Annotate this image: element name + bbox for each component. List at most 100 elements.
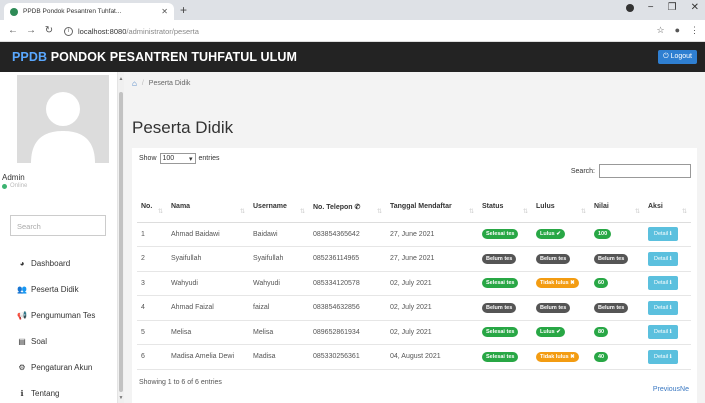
window-controls: − ❐ ✕	[625, 2, 699, 13]
maximize-icon[interactable]: ❐	[668, 2, 677, 13]
detail-button[interactable]: Detail ℹ	[648, 251, 678, 266]
site-info-icon[interactable]: i	[64, 26, 73, 36]
cell-tanggal: 02, July 2021	[386, 271, 478, 296]
profile-icon[interactable]: ●	[675, 25, 680, 36]
sidebar-item-peserta-didik[interactable]: 👥 Peserta Didik	[0, 276, 117, 302]
lulus-badge: Belum tes	[536, 253, 571, 264]
avatar	[17, 75, 109, 163]
cell-username: Wahyudi	[249, 271, 309, 296]
back-icon[interactable]: ←	[8, 25, 18, 36]
home-icon[interactable]: ⌂	[132, 79, 137, 88]
minimize-icon[interactable]: −	[648, 2, 654, 13]
new-tab-icon[interactable]: +	[180, 3, 187, 17]
cell-nama: Wahyudi	[167, 271, 249, 296]
app-header: PPDB PONDOK PESANTREN TUHFATUL ULUM ⏻ Lo…	[0, 42, 705, 72]
browser-tab-bar: PPDB Pondok Pesantren Tuhfat... ✕ + − ❐ …	[0, 0, 705, 20]
column-header[interactable]: Nilai ⇅	[590, 192, 644, 223]
reload-icon[interactable]: ↻	[44, 25, 54, 36]
cell-lulus: Lulus ✔	[532, 222, 590, 247]
column-header[interactable]: Status ⇅	[478, 192, 532, 223]
cell-nilai: 60	[590, 271, 644, 296]
column-header[interactable]: Lulus ⇅	[532, 192, 590, 223]
sidebar-item-label: Pengaturan Akun	[31, 362, 93, 372]
url-input[interactable]: i localhost:8080 /administrator/peserta	[64, 23, 654, 39]
column-header[interactable]: Nama ⇅	[167, 192, 249, 223]
cell-tanggal: 04, August 2021	[386, 344, 478, 370]
url-host: localhost:8080	[78, 26, 127, 36]
cell-telepon: 085236114965	[309, 246, 386, 272]
status-badge: Belum tes	[482, 302, 517, 313]
detail-button[interactable]: Detail ℹ	[648, 349, 678, 364]
sidebar-item-pengaturan-akun[interactable]: ⚙ Pengaturan Akun	[0, 354, 117, 380]
nilai-badge: 100	[594, 229, 612, 240]
sort-icon: ⇅	[239, 208, 245, 215]
sidebar-item-dashboard[interactable]: ◕ Dashboard	[0, 250, 117, 276]
browser-tab[interactable]: PPDB Pondok Pesantren Tuhfat... ✕	[4, 3, 174, 20]
status-badge: Selesai tes	[482, 278, 519, 289]
column-header[interactable]: Tanggal Mendaftar ⇅	[386, 192, 478, 223]
cell-telepon: 083854632856	[309, 295, 386, 321]
logout-button[interactable]: ⏻ Logout	[658, 50, 697, 64]
cell-nama: Melisa	[167, 320, 249, 345]
lulus-badge: Tidak lulus ✖	[536, 351, 579, 362]
table-info: Showing 1 to 6 of 6 entries	[139, 379, 222, 386]
list-icon: ▤	[18, 336, 26, 346]
entries-select[interactable]: 100 ▾	[159, 153, 196, 164]
detail-button[interactable]: Detail ℹ	[648, 325, 678, 340]
record-icon[interactable]	[625, 3, 634, 12]
detail-button[interactable]: Detail ℹ	[648, 300, 678, 315]
address-bar: ← → ↻ i localhost:8080 /administrator/pe…	[0, 20, 705, 42]
bookmark-star-icon[interactable]: ☆	[656, 25, 664, 36]
cell-nilai: 100	[590, 222, 644, 247]
column-header[interactable]: No. ⇅	[137, 192, 167, 223]
show-entries-control: Show 100 ▾ entries	[139, 153, 220, 164]
sort-icon: ⇅	[468, 208, 474, 215]
sort-icon: ⇅	[299, 208, 305, 215]
app-brand[interactable]: PPDB PONDOK PESANTREN TUHFATUL ULUM	[12, 50, 297, 64]
forward-icon[interactable]: →	[26, 25, 36, 36]
table-search-input[interactable]	[599, 164, 691, 178]
lulus-badge: Lulus ✔	[536, 229, 565, 240]
logout-label: Logout	[670, 53, 692, 60]
sidebar-item-pengumuman-tes[interactable]: 📢 Pengumuman Tes	[0, 302, 117, 328]
pagination-links[interactable]: PreviousNe	[653, 386, 689, 393]
cell-telepon: 085334120578	[309, 271, 386, 296]
sidebar-item-label: Soal	[31, 336, 48, 346]
cell-nilai: 80	[590, 320, 644, 345]
sidebar-item-soal[interactable]: ▤ Soal	[0, 328, 117, 354]
detail-button[interactable]: Detail ℹ	[648, 227, 678, 242]
browser-menu-icon[interactable]: ⋮	[690, 25, 699, 36]
nilai-badge: 60	[594, 278, 609, 289]
close-tab-icon[interactable]: ✕	[161, 7, 168, 16]
cell-status: Belum tes	[478, 295, 532, 321]
users-icon: 👥	[17, 284, 27, 294]
nilai-badge: 80	[594, 327, 609, 338]
dashboard-icon: ◕	[19, 258, 25, 268]
cell-nilai: Belum tes	[590, 295, 644, 321]
close-window-icon[interactable]: ✕	[691, 2, 699, 13]
scrollbar-thumb[interactable]	[119, 92, 123, 392]
nilai-badge: 40	[594, 351, 609, 362]
main-content: ⌂ / Peserta Didik Peserta Didik Show 100…	[124, 72, 705, 403]
column-header[interactable]: Username ⇅	[249, 192, 309, 223]
lulus-badge: Belum tes	[536, 302, 571, 313]
column-header[interactable]: Aksi ⇅	[644, 192, 691, 223]
sidebar-search-input[interactable]: Search	[10, 215, 106, 236]
table-row: 3 Wahyudi Wahyudi 085334120578 02, July …	[137, 271, 691, 296]
cell-username: Melisa	[249, 320, 309, 345]
sort-icon: ⇅	[376, 208, 382, 215]
nilai-badge: Belum tes	[594, 302, 629, 313]
detail-button[interactable]: Detail ℹ	[648, 276, 678, 291]
table-row: 2 Syaifullah Syaifullah 085236114965 27,…	[137, 246, 691, 272]
announcement-icon: 📢	[17, 310, 27, 320]
cell-status: Selesai tes	[478, 320, 532, 345]
cell-tanggal: 02, July 2021	[386, 320, 478, 345]
cell-lulus: Tidak lulus ✖	[532, 344, 590, 370]
sidebar-item-tentang[interactable]: ℹ Tentang	[0, 380, 117, 403]
column-header[interactable]: No. Telepon ✆ ⇅	[309, 192, 386, 223]
sidebar-menu: ◕ Dashboard 👥 Peserta Didik 📢 Pengumuman…	[0, 250, 117, 403]
breadcrumb-current: Peserta Didik	[148, 80, 191, 87]
cell-aksi: Detail ℹ	[644, 295, 691, 321]
cell-nilai: Belum tes	[590, 246, 644, 272]
sort-icon: ⇅	[157, 208, 163, 215]
